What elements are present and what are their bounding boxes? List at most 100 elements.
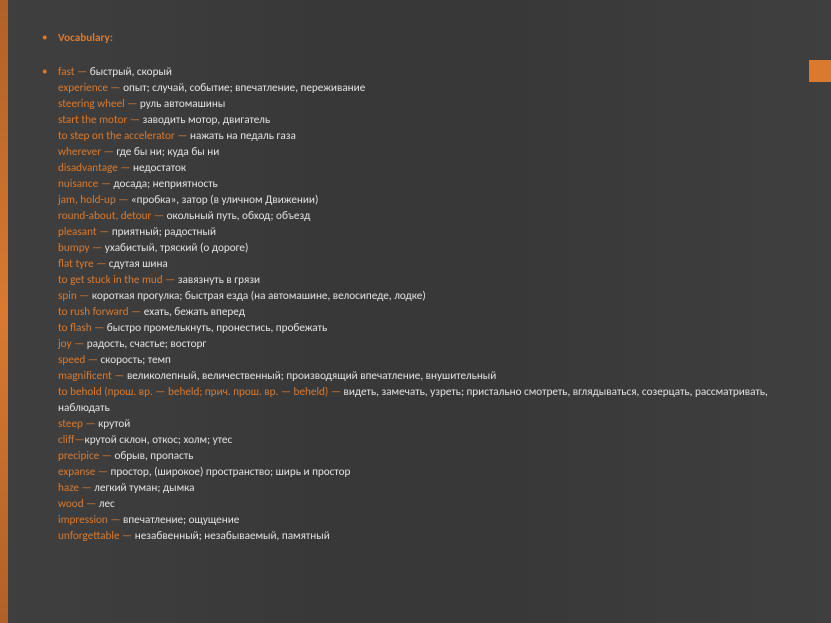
vocab-definition: радость, счастье; восторг xyxy=(87,337,207,351)
vocab-separator: — xyxy=(97,225,112,239)
vocab-line: to behold (прош. вр. — beheld; прич. про… xyxy=(58,384,791,416)
vocab-line: spin — короткая прогулка; быстрая езда (… xyxy=(58,288,791,304)
vocab-separator: — xyxy=(92,321,107,335)
vocab-separator: — xyxy=(112,369,127,383)
vocab-separator: — xyxy=(163,273,178,287)
vocab-definition: простор, (широкое) пространство; ширь и … xyxy=(111,465,351,479)
vocab-definition: завязнуть в грязи xyxy=(178,273,260,287)
vocab-term: disadvantage xyxy=(58,161,118,175)
vocab-line: steering wheel — руль автомашины xyxy=(58,96,791,112)
vocab-definition: обрыв, пропасть xyxy=(114,449,193,463)
vocab-term: nuisance xyxy=(58,177,98,191)
vocab-line: flat tyre — сдутая шина xyxy=(58,256,791,272)
vocab-term: speed xyxy=(58,353,85,367)
vocab-line: unforgettable — незабвенный; незабываемы… xyxy=(58,528,791,544)
slide: Vocabulary: fast — быстрый, скорыйexperi… xyxy=(0,0,831,623)
vocab-separator: — xyxy=(175,129,190,143)
vocab-term: to step on the accelerator xyxy=(58,129,175,143)
vocab-term: to rush forward xyxy=(58,305,129,319)
vocab-definition: приятный; радостный xyxy=(112,225,216,239)
vocab-definition: сдутая шина xyxy=(109,257,168,271)
vocab-line: disadvantage — недостаток xyxy=(58,160,791,176)
vocab-term: haze xyxy=(58,481,79,495)
vocab-definition: заводить мотор, двигатель xyxy=(143,113,271,127)
vocab-separator: — xyxy=(94,257,109,271)
accent-tab-right xyxy=(809,60,831,82)
vocab-definition: где бы ни; куда бы ни xyxy=(116,145,219,159)
vocab-definition: легкий туман; дымка xyxy=(94,481,194,495)
vocab-term: magnificent xyxy=(58,369,112,383)
accent-bar-left xyxy=(0,0,8,623)
vocab-term: wherever xyxy=(58,145,101,159)
vocab-separator: — xyxy=(108,81,123,95)
vocab-definition: быстрый, скорый xyxy=(90,65,172,79)
vocab-line: fast — быстрый, скорый xyxy=(58,64,791,80)
vocab-line: haze — легкий туман; дымка xyxy=(58,480,791,496)
vocab-line: expanse — простор, (широкое) пространств… xyxy=(58,464,791,480)
vocab-separator: — xyxy=(129,305,144,319)
vocab-separator: — xyxy=(328,385,343,399)
vocab-separator: — xyxy=(75,65,90,79)
vocab-term: round-about, detour xyxy=(58,209,151,223)
vocab-term: spin xyxy=(58,289,77,303)
vocab-line: joy — радость, счастье; восторг xyxy=(58,336,791,352)
vocab-line: speed — скорость; темп xyxy=(58,352,791,368)
heading-item: Vocabulary: xyxy=(58,30,791,46)
vocab-definition: руль автомашины xyxy=(140,97,225,111)
vocab-definition: окольный путь, обход; объезд xyxy=(167,209,311,223)
vocab-line: magnificent — великолепный, величественн… xyxy=(58,368,791,384)
vocab-separator: — xyxy=(74,433,84,447)
vocab-separator: — xyxy=(83,417,98,431)
vocab-term: joy xyxy=(58,337,72,351)
vocab-term: wood xyxy=(58,497,84,511)
vocab-line: round-about, detour — окольный путь, обх… xyxy=(58,208,791,224)
vocab-term: to get stuck in the mud xyxy=(58,273,163,287)
vocab-separator: — xyxy=(99,449,114,463)
vocab-line: start the motor — заводить мотор, двигат… xyxy=(58,112,791,128)
vocab-separator: — xyxy=(85,353,100,367)
vocab-term: fast xyxy=(58,65,75,79)
vocab-separator: — xyxy=(79,481,94,495)
vocab-definition: «пробка», затор (в уличном Движении) xyxy=(131,193,318,207)
vocab-separator: — xyxy=(95,465,110,479)
vocab-line: experience — опыт; случай, событие; впеч… xyxy=(58,80,791,96)
vocab-term: steering wheel xyxy=(58,97,125,111)
vocab-definition: нажать на педаль газа xyxy=(190,129,296,143)
vocab-term: impression xyxy=(58,513,108,527)
vocab-separator: — xyxy=(125,97,140,111)
vocab-definition: ехать, бежать вперед xyxy=(144,305,245,319)
vocab-definition: лес xyxy=(99,497,115,511)
vocab-separator: — xyxy=(127,113,142,127)
vocab-definition: крутой xyxy=(98,417,130,431)
vocab-definition: великолепный, величественный; производящ… xyxy=(127,369,496,383)
vocab-definition: скорость; темп xyxy=(100,353,170,367)
vocab-line: precipice — обрыв, пропасть xyxy=(58,448,791,464)
vocab-term: start the motor xyxy=(58,113,127,127)
vocab-separator: — xyxy=(120,529,135,543)
vocab-separator: — xyxy=(84,497,99,511)
vocab-term: expanse xyxy=(58,465,95,479)
vocab-line: wood — лес xyxy=(58,496,791,512)
vocab-term: steep xyxy=(58,417,83,431)
vocab-line: to step on the accelerator — нажать на п… xyxy=(58,128,791,144)
vocab-definition: впечатление; ощущение xyxy=(123,513,239,527)
vocab-term: cliff xyxy=(58,433,74,447)
vocab-term: to flash xyxy=(58,321,92,335)
vocab-definition: опыт; случай, событие; впечатление, пере… xyxy=(123,81,365,95)
vocab-term: flat tyre xyxy=(58,257,94,271)
vocab-term: precipice xyxy=(58,449,99,463)
vocab-line: to rush forward — ехать, бежать вперед xyxy=(58,304,791,320)
vocab-term: bumpy xyxy=(58,241,90,255)
vocab-definition: незабвенный; незабываемый, памятный xyxy=(135,529,330,543)
vocab-term: unforgettable xyxy=(58,529,120,543)
vocab-term: to behold (прош. вр. — beheld; прич. про… xyxy=(58,385,328,399)
vocab-separator: — xyxy=(116,193,131,207)
vocab-line: steep — крутой xyxy=(58,416,791,432)
vocab-definition: короткая прогулка; быстрая езда (на авто… xyxy=(92,289,426,303)
vocab-term: pleasant xyxy=(58,225,97,239)
vocab-definition: досада; неприятность xyxy=(113,177,217,191)
vocab-term: jam, hold-up xyxy=(58,193,116,207)
vocab-separator: — xyxy=(77,289,92,303)
vocab-definition: крутой склон, откос; холм; утес xyxy=(85,433,233,447)
vocab-separator: — xyxy=(90,241,105,255)
